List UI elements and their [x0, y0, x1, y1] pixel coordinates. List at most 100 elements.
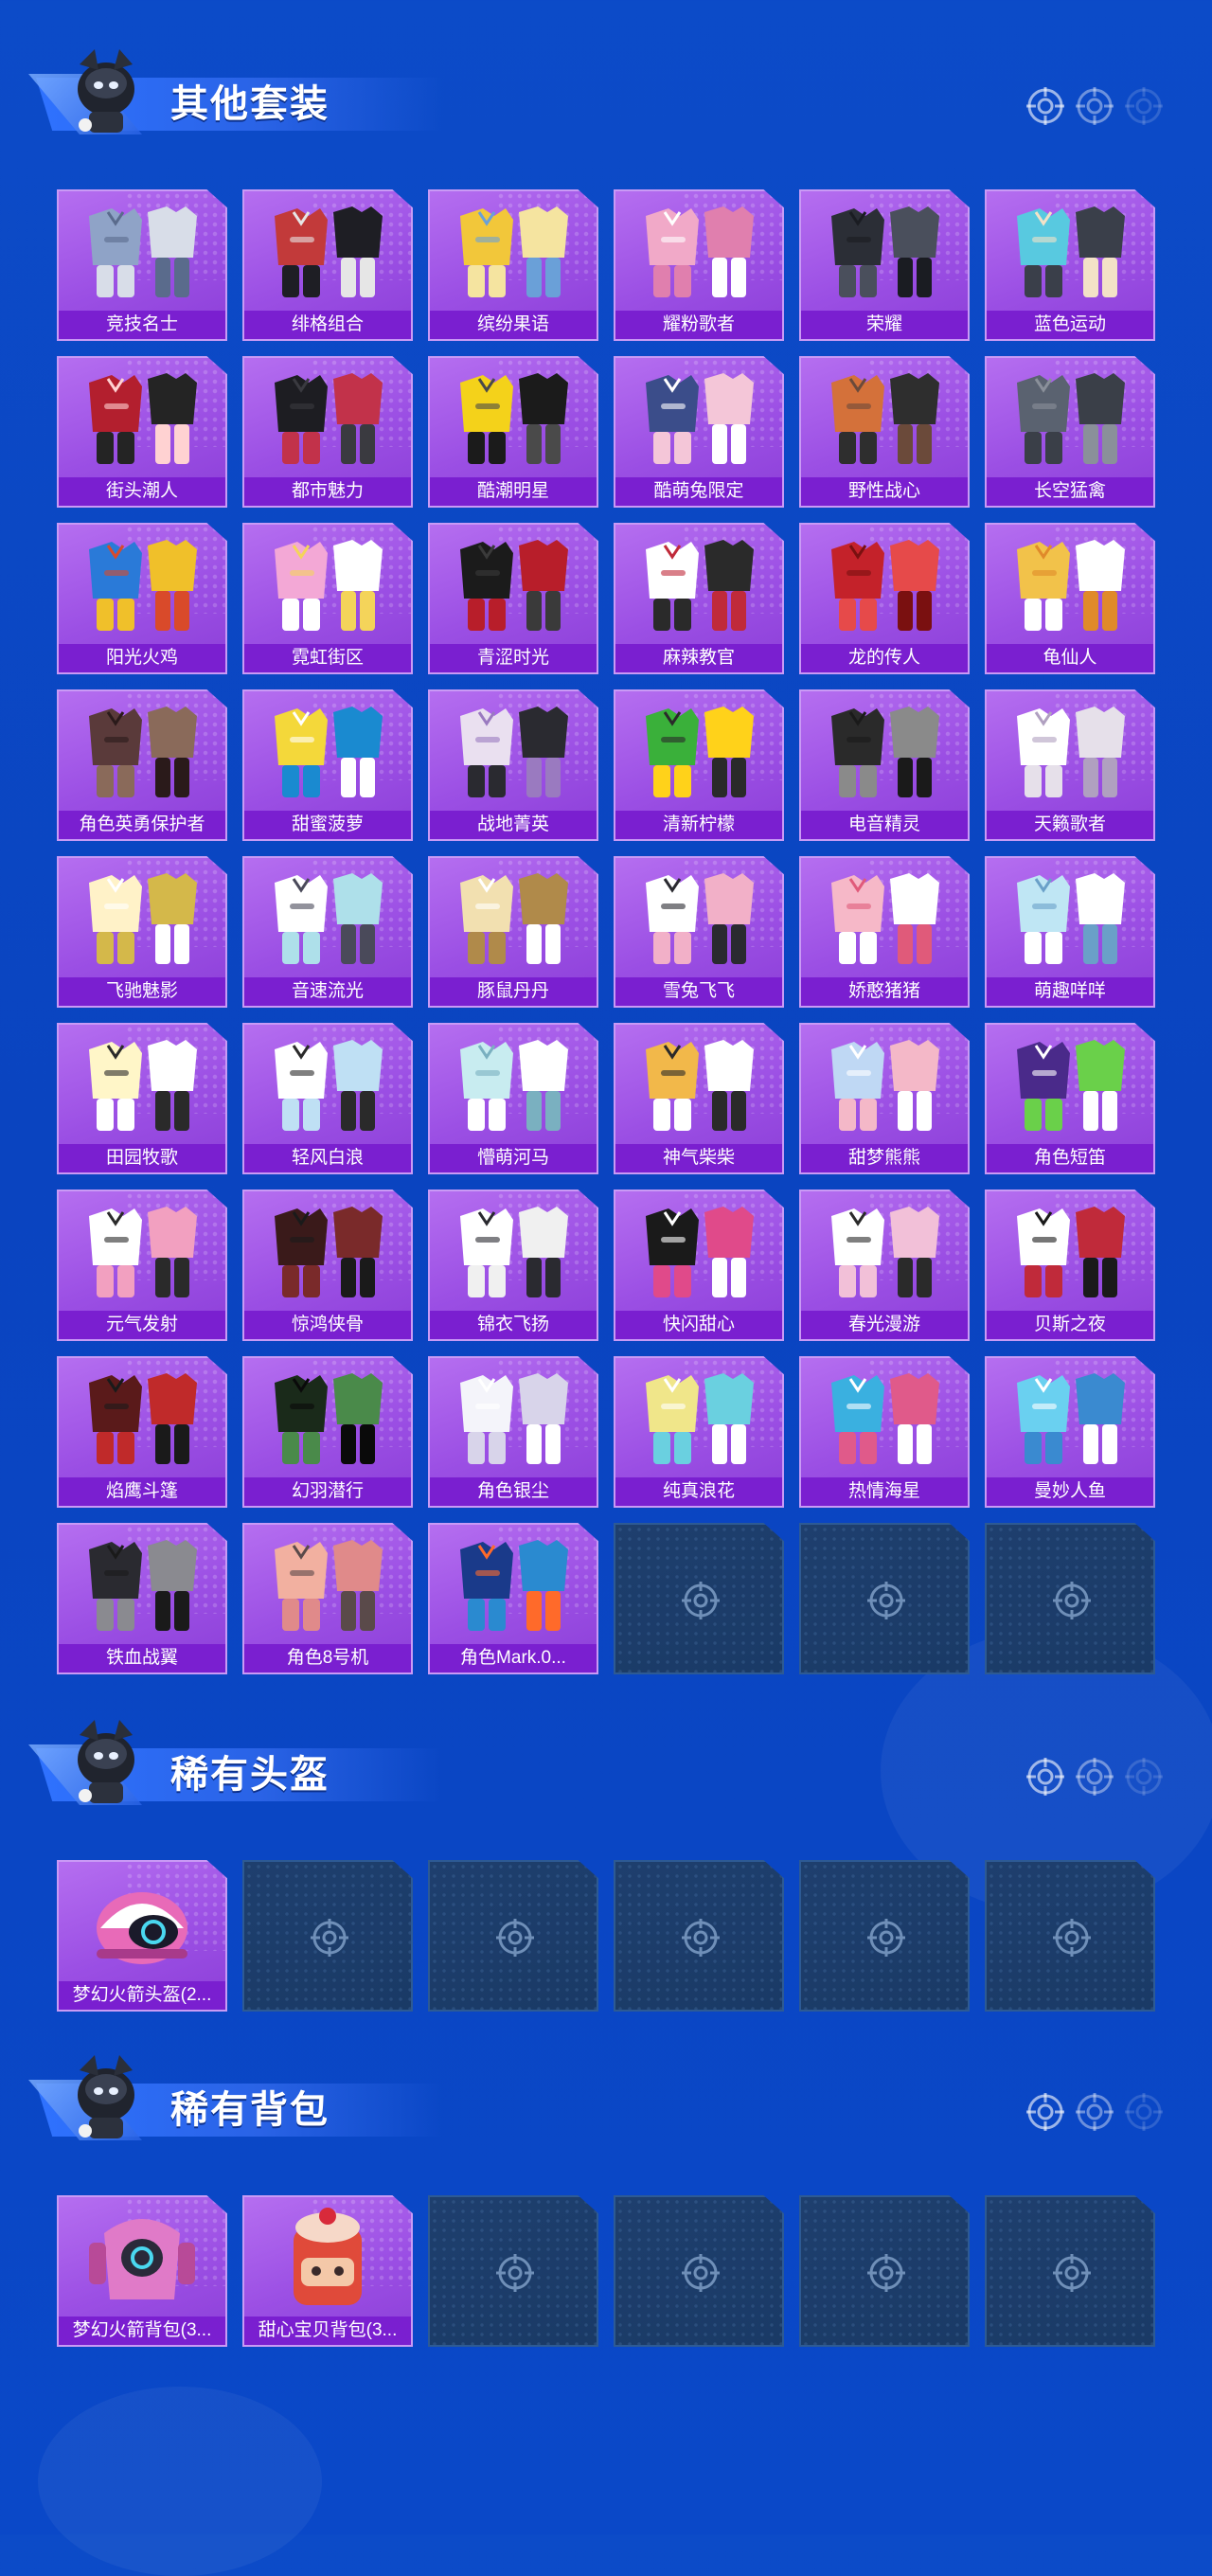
backpack-icon — [294, 2208, 362, 2305]
item-grid: 梦幻火箭背包(3... 甜心宝贝背包(3... — [57, 2195, 1155, 2347]
item-card[interactable]: 阳光火鸡 — [57, 523, 227, 674]
target-icon — [1053, 1919, 1091, 1957]
outfit-icon — [1017, 1373, 1125, 1464]
item-card[interactable]: 惊鸿侠骨 — [242, 1190, 413, 1341]
item-card[interactable]: 都市魅力 — [242, 356, 413, 508]
item-card[interactable]: 电音精灵 — [799, 689, 970, 841]
item-card[interactable]: 野性战心 — [799, 356, 970, 508]
item-card[interactable]: 甜梦熊熊 — [799, 1023, 970, 1174]
outfit-icon — [460, 1040, 568, 1131]
outfit-icon — [460, 1373, 568, 1464]
item-card[interactable]: 懵萌河马 — [428, 1023, 598, 1174]
outfit-icon — [831, 1040, 939, 1131]
item-card[interactable]: 绯格组合 — [242, 189, 413, 341]
outfit-icon — [1017, 540, 1125, 631]
empty-slot — [614, 2195, 784, 2347]
item-card[interactable]: 焰鹰斗篷 — [57, 1356, 227, 1508]
item-card[interactable]: 神气柴柴 — [614, 1023, 784, 1174]
outfit-icon — [1017, 206, 1125, 297]
item-card[interactable]: 雪兔飞飞 — [614, 856, 784, 1008]
target-icon — [1053, 2254, 1091, 2292]
outfit-icon — [89, 373, 197, 464]
item-card[interactable]: 酷萌兔限定 — [614, 356, 784, 508]
item-label: 甜梦熊熊 — [801, 1144, 968, 1172]
item-card[interactable]: 娇憨猪猪 — [799, 856, 970, 1008]
item-card[interactable]: 纯真浪花 — [614, 1356, 784, 1508]
item-card[interactable]: 角色银尘 — [428, 1356, 598, 1508]
item-card[interactable]: 锦衣飞扬 — [428, 1190, 598, 1341]
outfit-icon — [275, 1540, 383, 1631]
item-card[interactable]: 麻辣教官 — [614, 523, 784, 674]
target-icon — [1053, 1582, 1091, 1619]
outfit-icon — [646, 540, 754, 631]
item-card[interactable]: 萌趣咩咩 — [985, 856, 1155, 1008]
item-card[interactable]: 角色8号机 — [242, 1523, 413, 1674]
section-title: 稀有背包 — [170, 2089, 330, 2131]
item-card[interactable]: 竞技名士 — [57, 189, 227, 341]
item-card[interactable]: 铁血战翼 — [57, 1523, 227, 1674]
outfit-icon — [275, 873, 383, 964]
item-card[interactable]: 热情海星 — [799, 1356, 970, 1508]
item-card[interactable]: 梦幻火箭背包(3... — [57, 2195, 227, 2347]
item-label: 野性战心 — [801, 477, 968, 506]
item-card[interactable]: 青涩时光 — [428, 523, 598, 674]
mascot-icon — [78, 49, 134, 133]
item-label: 梦幻火箭头盔(2... — [59, 1981, 225, 2010]
item-card[interactable]: 龙的传人 — [799, 523, 970, 674]
item-card[interactable]: 轻风白浪 — [242, 1023, 413, 1174]
item-card[interactable]: 街头潮人 — [57, 356, 227, 508]
item-card[interactable]: 荣耀 — [799, 189, 970, 341]
outfit-icon — [275, 1207, 383, 1297]
item-card[interactable]: 角色英勇保护者 — [57, 689, 227, 841]
item-card[interactable]: 耀粉歌者 — [614, 189, 784, 341]
outfit-icon — [275, 707, 383, 797]
item-card[interactable]: 酷潮明星 — [428, 356, 598, 508]
target-icon — [867, 1582, 905, 1619]
target-icon — [1076, 1758, 1114, 1796]
target-icon — [682, 1919, 720, 1957]
item-card[interactable]: 霓虹街区 — [242, 523, 413, 674]
item-label: 轻风白浪 — [244, 1144, 411, 1172]
item-card[interactable]: 贝斯之夜 — [985, 1190, 1155, 1341]
item-card[interactable]: 元气发射 — [57, 1190, 227, 1341]
item-card[interactable]: 长空猛禽 — [985, 356, 1155, 508]
item-card[interactable]: 梦幻火箭头盔(2... — [57, 1860, 227, 2012]
outfit-icon — [275, 1040, 383, 1131]
item-card[interactable]: 音速流光 — [242, 856, 413, 1008]
item-card[interactable]: 天籁歌者 — [985, 689, 1155, 841]
item-card[interactable]: 战地菁英 — [428, 689, 598, 841]
item-card[interactable]: 甜蜜菠萝 — [242, 689, 413, 841]
outfit-icon — [460, 373, 568, 464]
item-card[interactable]: 春光漫游 — [799, 1190, 970, 1341]
outfit-icon — [831, 1373, 939, 1464]
item-label: 焰鹰斗篷 — [59, 1477, 225, 1506]
item-card[interactable]: 角色短笛 — [985, 1023, 1155, 1174]
item-card[interactable]: 田园牧歌 — [57, 1023, 227, 1174]
section-title: 其他套装 — [170, 83, 330, 125]
item-label: 热情海星 — [801, 1477, 968, 1506]
item-card[interactable]: 甜心宝贝背包(3... — [242, 2195, 413, 2347]
item-label: 缤纷果语 — [430, 311, 597, 339]
item-card[interactable]: 蓝色运动 — [985, 189, 1155, 341]
item-card[interactable]: 龟仙人 — [985, 523, 1155, 674]
target-icon — [867, 1919, 905, 1957]
item-card[interactable]: 飞驰魅影 — [57, 856, 227, 1008]
item-card[interactable]: 豚鼠丹丹 — [428, 856, 598, 1008]
item-card[interactable]: 清新柠檬 — [614, 689, 784, 841]
item-label: 电音精灵 — [801, 811, 968, 839]
item-label: 春光漫游 — [801, 1311, 968, 1339]
item-label: 豚鼠丹丹 — [430, 977, 597, 1006]
target-icon — [496, 2254, 534, 2292]
target-icon — [1076, 2093, 1114, 2131]
item-card[interactable]: 幻羽潜行 — [242, 1356, 413, 1508]
outfit-icon — [89, 1540, 197, 1631]
item-label: 绯格组合 — [244, 311, 411, 339]
item-card[interactable]: 角色Mark.0... — [428, 1523, 598, 1674]
item-card[interactable]: 缤纷果语 — [428, 189, 598, 341]
item-card[interactable]: 曼妙人鱼 — [985, 1356, 1155, 1508]
target-icon — [1076, 87, 1114, 125]
mascot-icon — [78, 1720, 134, 1803]
outfit-icon — [646, 707, 754, 797]
outfit-icon — [275, 540, 383, 631]
item-card[interactable]: 快闪甜心 — [614, 1190, 784, 1341]
